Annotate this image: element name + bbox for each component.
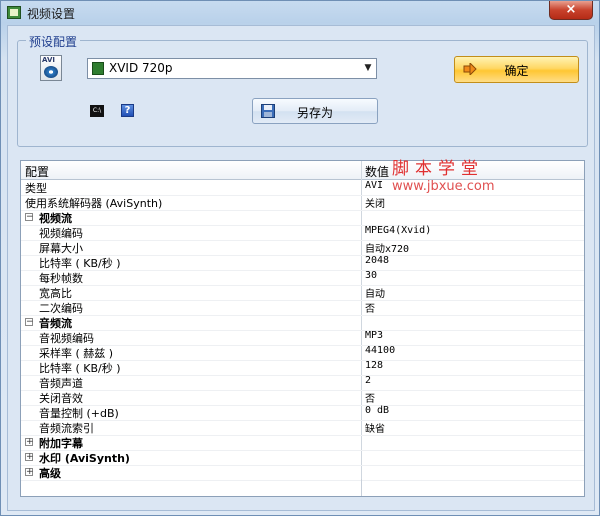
grid-header: 配置 数值 [21,161,584,180]
property-name: 音频声道 [39,377,83,390]
video-format-icon [92,62,104,75]
property-name: 关闭音效 [39,392,83,405]
expand-icon[interactable]: + [25,438,34,447]
ok-button[interactable]: 确定 [454,56,579,83]
preset-dropdown[interactable]: XVID 720p ▼ [87,58,377,79]
property-name: 采样率 ( 赫兹 ) [39,347,114,360]
collapse-icon[interactable]: − [25,213,34,222]
property-value[interactable]: MP3 [365,330,383,341]
property-value[interactable]: 缺省 [365,420,385,435]
grid-property-row[interactable]: 屏幕大小 自动x720 [21,240,584,256]
property-name: 视频流 [39,212,72,225]
grid-category-row[interactable]: + 高级 [21,465,584,481]
property-name: 音量控制 (+dB) [39,407,119,420]
property-value[interactable]: 2 [365,375,371,386]
property-value[interactable]: 自动x720 [365,240,409,255]
grid-category-row[interactable]: − 音频流 [21,315,584,331]
close-button[interactable]: × [549,1,593,20]
ok-button-label: 确定 [504,64,529,78]
grid-property-row[interactable]: 音频声道 2 [21,375,584,391]
grid-property-row[interactable]: 二次编码 否 [21,300,584,316]
property-name: 比特率 ( KB/秒 ) [39,257,121,270]
property-value[interactable]: 0 dB [365,405,389,416]
grid-property-row[interactable]: 类型 AVI [21,180,584,196]
property-value[interactable]: 自动 [365,285,385,300]
property-value[interactable]: MPEG4(Xvid) [365,225,431,236]
property-value[interactable]: 否 [365,300,375,315]
property-name: 高级 [39,467,61,480]
property-value[interactable]: 2048 [365,255,389,266]
property-name: 视频编码 [39,227,83,240]
grid-property-row[interactable]: 音频流索引 缺省 [21,420,584,436]
property-name: 类型 [25,182,47,195]
column-header-value[interactable]: 数值 [365,163,389,180]
save-as-label: 另存为 [296,106,333,120]
video-settings-window: 视频设置 × 预设配置 AVI XVID 720p ▼ 确定 C:\ ? 另存为… [0,0,600,516]
expand-icon[interactable]: + [25,453,34,462]
grid-property-row[interactable]: 音视频编码 MP3 [21,330,584,346]
command-line-icon[interactable]: C:\ [90,105,104,117]
grid-property-row[interactable]: 比特率 ( KB/秒 ) 2048 [21,255,584,271]
preset-group: 预设配置 AVI XVID 720p ▼ 确定 C:\ ? 另存为 [17,33,588,147]
property-name: 音频流索引 [39,422,94,435]
collapse-icon[interactable]: − [25,318,34,327]
app-icon [7,6,21,19]
grid-property-row[interactable]: 宽高比 自动 [21,285,584,301]
property-name: 比特率 ( KB/秒 ) [39,362,121,375]
film-reel-icon [44,66,58,78]
property-name: 每秒帧数 [39,272,83,285]
grid-property-row[interactable]: 视频编码 MPEG4(Xvid) [21,225,584,241]
property-value[interactable]: 否 [365,390,375,405]
grid-category-row[interactable]: + 附加字幕 [21,435,584,451]
grid-property-row[interactable]: 音量控制 (+dB) 0 dB [21,405,584,421]
property-name: 屏幕大小 [39,242,83,255]
watermark: 脚本学堂 www.jbxue.com [392,154,495,194]
property-name: 附加字幕 [39,437,83,450]
column-header-setting[interactable]: 配置 [25,163,49,180]
watermark-url: www.jbxue.com [392,179,495,194]
title-bar[interactable]: 视频设置 × [1,1,599,25]
preset-selected-value: XVID 720p [109,61,173,75]
watermark-title: 脚本学堂 [392,159,484,179]
property-value[interactable]: 关闭 [365,195,385,210]
avi-file-icon: AVI [40,55,62,81]
property-value[interactable]: 44100 [365,345,395,356]
grid-property-row[interactable]: 每秒帧数 30 [21,270,584,286]
window-title: 视频设置 [27,7,76,21]
save-as-button[interactable]: 另存为 [252,98,378,124]
dropdown-arrow-icon[interactable]: ▼ [360,59,376,78]
help-icon[interactable]: ? [121,104,134,117]
grid-property-row[interactable]: 采样率 ( 赫兹 ) 44100 [21,345,584,361]
grid-category-row[interactable]: + 水印 (AviSynth) [21,450,584,466]
property-name: 音视频编码 [39,332,94,345]
property-name: 宽高比 [39,287,72,300]
property-name: 二次编码 [39,302,83,315]
property-value[interactable]: 30 [365,270,377,281]
settings-property-grid[interactable]: 配置 数值 类型 AVI 使用系统解码器 (AviSynth) 关闭 − 视频流 视频编码 M… [20,160,585,497]
property-name: 水印 (AviSynth) [39,452,130,465]
expand-icon[interactable]: + [25,468,34,477]
property-value[interactable]: AVI [365,180,383,191]
grid-property-row[interactable]: 关闭音效 否 [21,390,584,406]
property-name: 使用系统解码器 (AviSynth) [25,197,163,210]
preset-group-label: 预设配置 [26,33,81,50]
property-value[interactable]: 128 [365,360,383,371]
dialog-body: 预设配置 AVI XVID 720p ▼ 确定 C:\ ? 另存为 配置 数值 … [7,25,595,511]
grid-property-row[interactable]: 比特率 ( KB/秒 ) 128 [21,360,584,376]
grid-property-row[interactable]: 使用系统解码器 (AviSynth) 关闭 [21,195,584,211]
avi-icon-text: AVI [42,56,55,64]
grid-bottom-divider [361,479,362,496]
grid-category-row[interactable]: − 视频流 [21,210,584,226]
property-name: 音频流 [39,317,72,330]
